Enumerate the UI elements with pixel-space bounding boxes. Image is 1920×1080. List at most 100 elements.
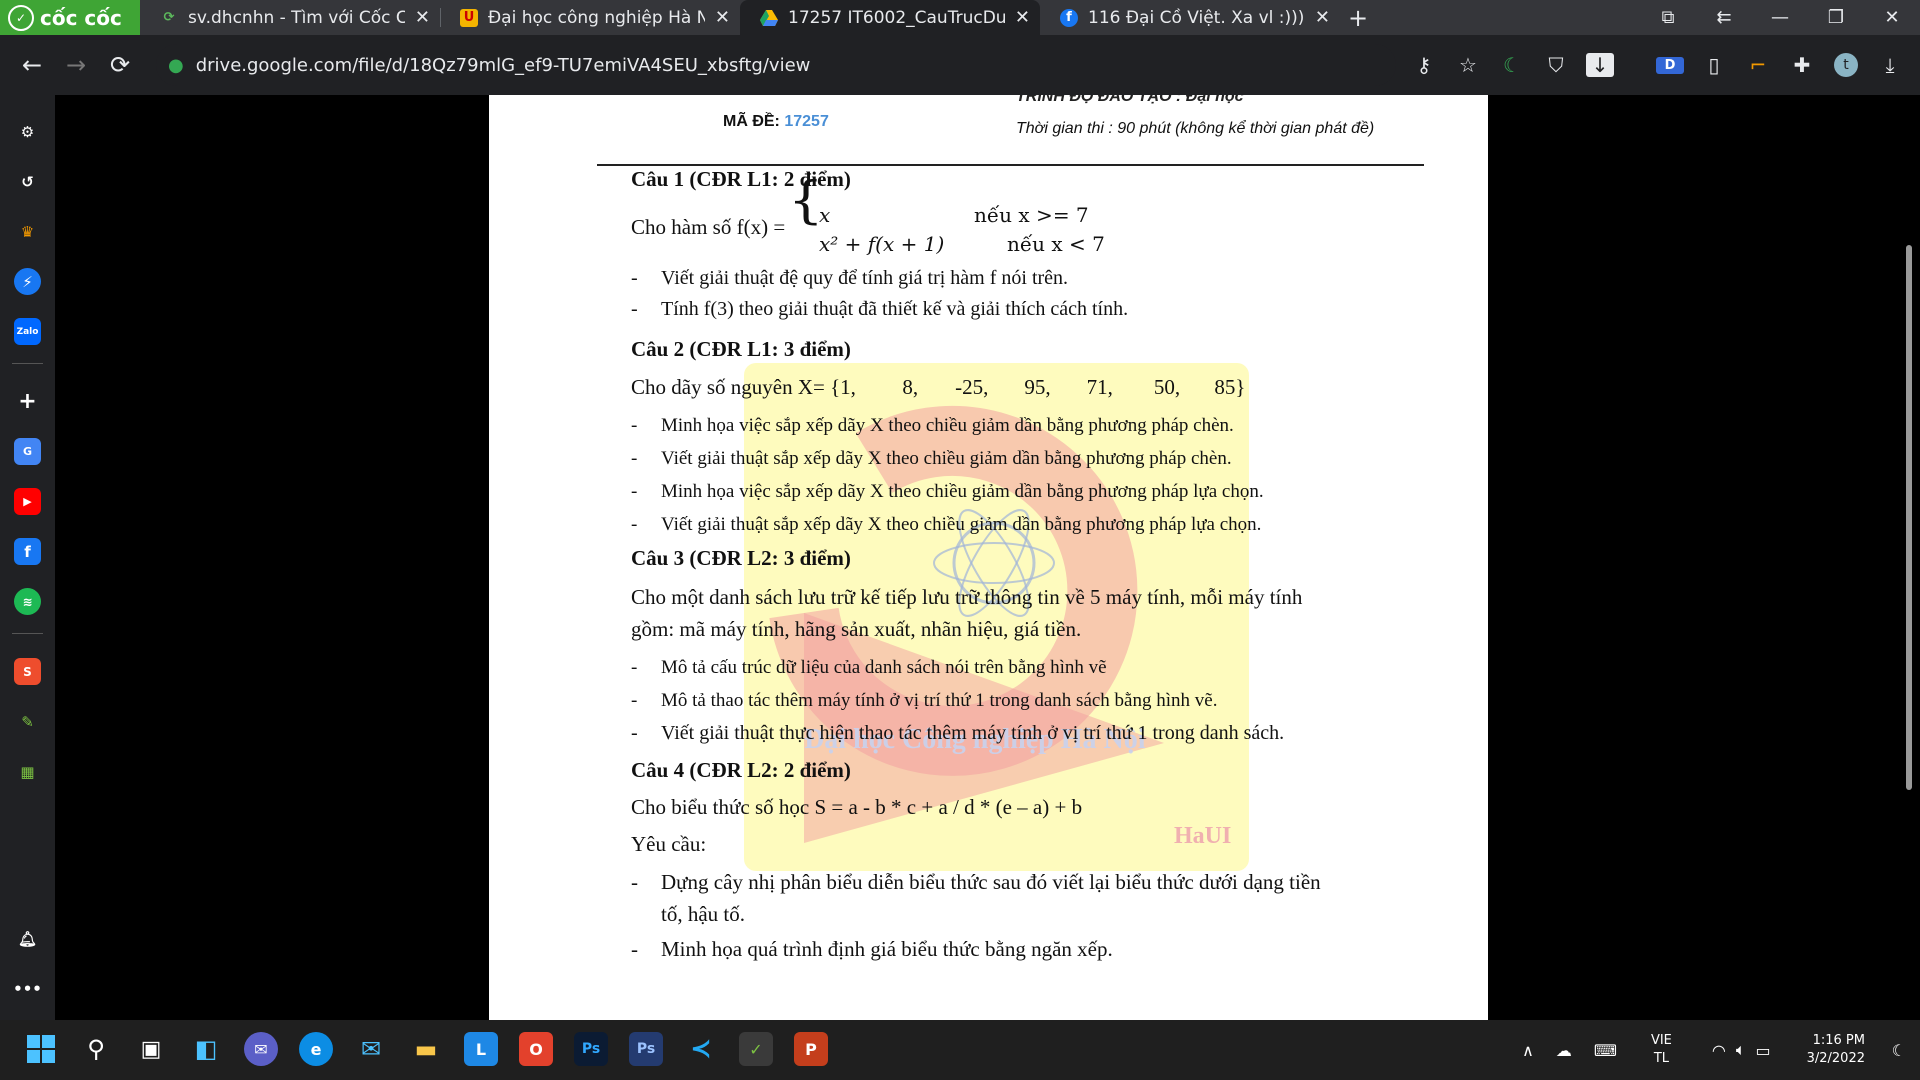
tab-university[interactable]: U Đại học công nghiệp Hà Nội ✕ [440, 0, 740, 35]
question-2-title: Câu 2 (CĐR L1: 3 điểm) [631, 337, 851, 361]
question-3-item: - Viết giải thuật thực hiện thao tác thêm… [631, 722, 1285, 744]
shield-icon[interactable]: ⛉ [1542, 53, 1570, 77]
reload-button[interactable]: ⟳ [98, 43, 142, 87]
windows-start-icon[interactable] [24, 1032, 58, 1066]
notification-moon-icon[interactable]: ☾ [1892, 1041, 1906, 1060]
youtube-icon[interactable]: ▶ [14, 488, 41, 515]
puzzle-extensions-icon[interactable]: ✚ [1788, 53, 1816, 77]
photoshop-alt-icon[interactable]: Ps [629, 1032, 663, 1066]
office-icon[interactable]: O [519, 1032, 553, 1066]
case-1-condition: nếu x >= 7 [974, 203, 1089, 227]
tab-title: 17257 IT6002_CauTrucDuLieu [788, 7, 1005, 28]
photoshop-icon[interactable]: Ps [574, 1032, 608, 1066]
close-icon[interactable]: ✕ [1015, 7, 1030, 28]
tab-search-icon[interactable]: ⧉ [1640, 0, 1696, 35]
back-history-icon[interactable]: ⇇ [1696, 0, 1752, 35]
battery-icon[interactable]: ▭ [1755, 1041, 1770, 1060]
question-2-item: - Viết giải thuật sắp xếp dãy X theo chiề… [631, 514, 1262, 535]
powerpoint-icon[interactable]: P [794, 1032, 828, 1066]
profile-avatar[interactable]: t [1832, 53, 1860, 77]
history-icon[interactable]: ↺ [14, 168, 41, 195]
download-arrow-icon[interactable]: ↓ [1586, 53, 1614, 77]
wifi-icon[interactable]: ◠ [1712, 1041, 1726, 1060]
close-icon[interactable]: ✕ [715, 7, 730, 28]
sidebar-divider [12, 633, 43, 634]
teams-chat-icon[interactable]: ✉ [244, 1032, 278, 1066]
secure-lock-icon: ● [168, 54, 184, 76]
tab-search[interactable]: ⟳ sv.dhcnhn - Tìm với Cốc Cốc ✕ [140, 0, 440, 35]
key-icon[interactable]: ⚷ [1410, 53, 1438, 77]
spotify-icon[interactable]: ≋ [14, 588, 41, 615]
coccoc-game-icon[interactable]: ✎ [14, 708, 41, 735]
mail-icon[interactable]: ✉ [354, 1032, 388, 1066]
tab-title: 116 Đại Cồ Việt. Xa vl :)))) đã [1088, 7, 1305, 28]
back-button[interactable]: ← [10, 43, 54, 87]
edge-browser-icon[interactable]: e [299, 1032, 333, 1066]
tab-title: sv.dhcnhn - Tìm với Cốc Cốc [188, 7, 405, 28]
vscode-icon[interactable]: ≺ [684, 1032, 718, 1066]
google-drive-icon [760, 9, 778, 27]
chevron-up-icon[interactable]: ∧ [1522, 1041, 1534, 1060]
tab-title: Đại học công nghiệp Hà Nội [488, 7, 705, 28]
keyboard-icon[interactable]: ⌨ [1594, 1041, 1617, 1060]
tab-drive-file[interactable]: 17257 IT6002_CauTrucDuLieu ✕ [740, 0, 1040, 35]
exam-code: MÃ ĐỀ: 17257 [723, 113, 829, 130]
more-options-icon[interactable]: ••• [13, 975, 42, 1002]
question-2-item: - Minh họa việc sắp xếp dãy X theo chiều … [631, 481, 1264, 502]
input-language[interactable]: VIE TL [1651, 1032, 1672, 1068]
google-translate-icon[interactable]: G [14, 438, 41, 465]
messenger-icon[interactable]: ⚡ [14, 268, 41, 295]
dark-mode-moon-icon[interactable]: ☾ [1498, 53, 1526, 77]
speaker-muted-icon[interactable]: 🔈︎ [1736, 1040, 1746, 1060]
settings-gear-icon[interactable]: ⚙ [14, 118, 41, 145]
left-sidebar: ⚙ ↺ ♛ ⚡ Zalo + G ▶ f ≋ S ✎ ▦ 🔔︎ ••• [0, 95, 55, 1020]
close-icon[interactable]: ✕ [415, 7, 430, 28]
search-icon[interactable]: ⚲ [79, 1032, 113, 1066]
forward-button[interactable]: → [54, 43, 98, 87]
system-tray: ∧ ☁ ⌨ VIE TL ◠ 🔈︎ ▭ 1:16 PM 3/2/2022 ☾ [1522, 1020, 1920, 1080]
browser-toolbar: ← → ⟳ ● drive.google.com/file/d/18Qz79ml… [0, 35, 1920, 95]
extension-d-icon[interactable]: D [1656, 56, 1684, 74]
coccoc-menu-button[interactable]: ✓ cốc cốc [0, 0, 140, 35]
facebook-favicon-icon: f [1060, 8, 1078, 27]
coccoc-logo-icon: ✓ [8, 4, 34, 31]
notification-bell-icon[interactable]: 🔔︎ [14, 925, 41, 952]
add-panel-icon[interactable]: + [14, 388, 41, 415]
window-controls: ⧉ ⇇ — ❐ ✕ [1640, 0, 1920, 35]
bookmark-star-icon[interactable]: ☆ [1454, 53, 1482, 77]
new-tab-button[interactable]: + [1340, 0, 1376, 35]
close-icon[interactable]: ✕ [1315, 7, 1330, 28]
lingoes-icon[interactable]: L [464, 1032, 498, 1066]
address-bar[interactable]: ● drive.google.com/file/d/18Qz79mlG_ef9-… [156, 44, 1396, 86]
file-explorer-icon[interactable]: ▬ [409, 1032, 443, 1066]
toolbar-extensions: ⚷ ☆ ☾ ⛉ ↓ D ▯ ⌐ ✚ t ⤓ [1410, 53, 1904, 77]
crown-icon[interactable]: ♛ [14, 218, 41, 245]
downloads-icon[interactable]: ⤓ [1876, 53, 1904, 77]
university-favicon-icon: U [460, 8, 478, 27]
question-4-intro: Cho biểu thức số học S = a - b * c + a /… [631, 795, 1083, 819]
minimize-button[interactable]: — [1752, 0, 1808, 35]
coccoc-taskbar-icon[interactable]: ✓ [739, 1032, 773, 1066]
task-view-icon[interactable]: ▣ [134, 1032, 168, 1066]
question-4-item: - Dựng cây nhị phân biểu diễn biểu thức s… [631, 870, 1321, 894]
question-2-item: - Viết giải thuật sắp xếp dãy X theo chiề… [631, 448, 1232, 469]
facebook-icon[interactable]: f [14, 538, 41, 565]
question-1-item: - Viết giải thuật đệ quy để tính giá trị … [631, 267, 1069, 289]
question-4-title: Câu 4 (CĐR L2: 2 điểm) [631, 758, 851, 782]
tab-facebook[interactable]: f 116 Đại Cồ Việt. Xa vl :)))) đã ✕ [1040, 0, 1340, 35]
zalo-icon[interactable]: Zalo [14, 318, 41, 345]
close-window-button[interactable]: ✕ [1864, 0, 1920, 35]
widgets-icon[interactable]: ◧ [189, 1032, 223, 1066]
clock[interactable]: 1:16 PM 3/2/2022 [1807, 1032, 1865, 1068]
pdf-page: Đại học Công nghiệp Hà Nội HaUI TRÌNH ĐỘ… [489, 95, 1488, 1020]
question-3-intro-line-1: Cho một danh sách lưu trữ kế tiếp lưu tr… [631, 585, 1303, 609]
orange-extension-icon[interactable]: ⌐ [1744, 53, 1772, 77]
coccoc-favicon-icon: ⟳ [163, 10, 175, 25]
shopee-icon[interactable]: S [14, 658, 41, 685]
restore-button[interactable]: ❐ [1808, 0, 1864, 35]
phone-icon[interactable]: ▯ [1700, 53, 1728, 77]
viewer-scrollbar[interactable] [1906, 245, 1912, 790]
sheet-panel-icon[interactable]: ▦ [14, 758, 41, 785]
case-2-condition: nếu x < 7 [1007, 232, 1105, 256]
onedrive-error-icon[interactable]: ☁ [1556, 1041, 1572, 1060]
